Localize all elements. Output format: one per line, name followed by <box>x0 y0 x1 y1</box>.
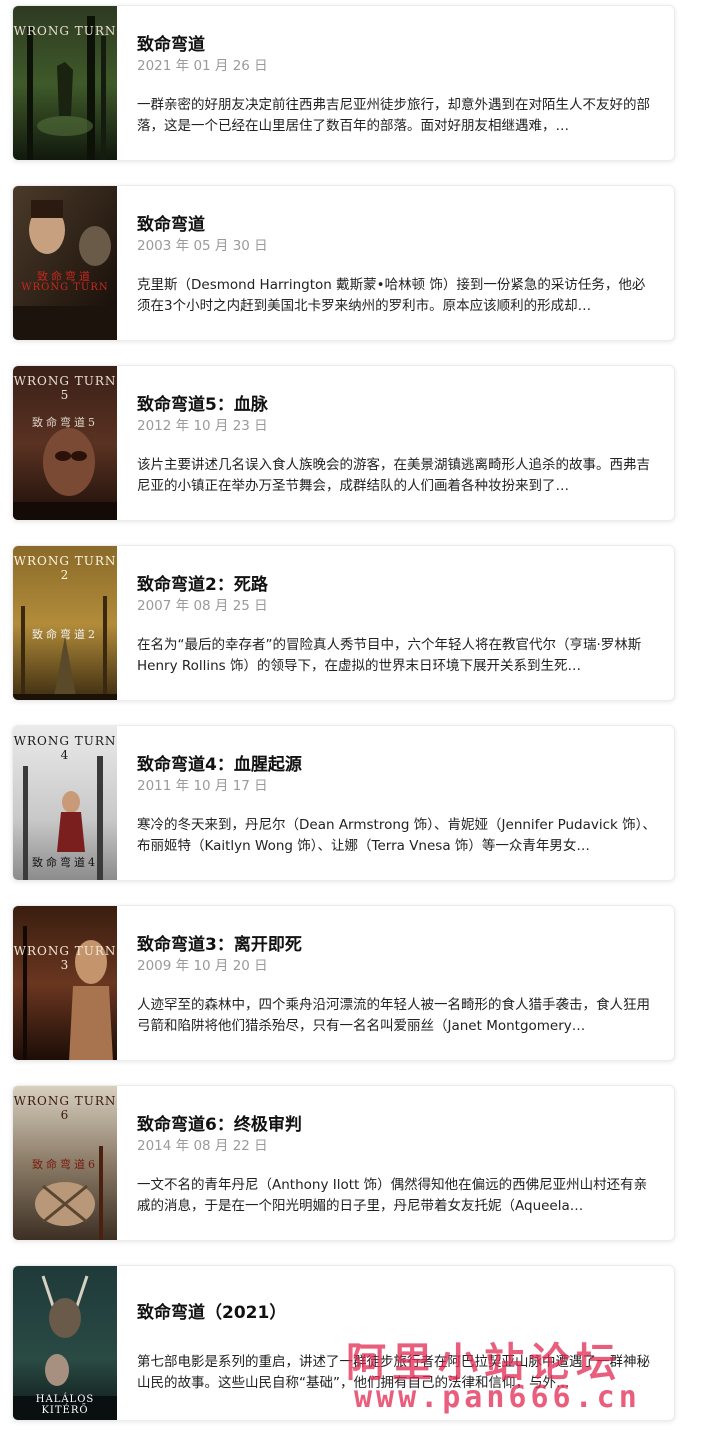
movie-title[interactable]: 致命弯道4：血腥起源 <box>137 754 656 776</box>
movie-poster[interactable]: HALÁLOS KITÉRŐ <box>13 1266 117 1420</box>
movie-card[interactable]: WRONG TURN 3 致命弯道3：离开即死 2009 年 10 月 20 日… <box>12 905 675 1061</box>
movie-description: 一文不名的青年丹尼（Anthony Ilott 饰）偶然得知他在偏远的西佛尼亚州… <box>137 1177 648 1214</box>
poster-cn-title: 致命弯道 <box>37 270 93 283</box>
movie-date: 2007 年 08 月 25 日 <box>137 598 268 614</box>
movie-poster[interactable]: WRONG TURN 3 <box>13 906 117 1060</box>
movie-description: 人迹罕至的森林中，四个乘舟沿河漂流的年轻人被一名畸形的食人猎手袭击，食人狂用弓箭… <box>137 997 650 1034</box>
movie-card[interactable]: WRONG TURN 5 致命弯道5 致命弯道5：血脉 2012 年 10 月 … <box>12 365 675 521</box>
poster-title: WRONG TURN 5 <box>13 374 117 402</box>
poster-title: WRONG TURN <box>13 24 117 38</box>
movie-poster[interactable]: WRONG TURN <box>13 6 117 160</box>
movie-title[interactable]: 致命弯道6：终极审判 <box>137 1114 656 1136</box>
movie-description: 第七部电影是系列的重启，讲述了一群徒步旅行者在阿巴拉契亚山脉中遭遇了一群神秘山民… <box>137 1354 650 1391</box>
movie-card[interactable]: WRONG TURN 6 致命弯道6 致命弯道6：终极审判 2014 年 08 … <box>12 1085 675 1241</box>
movie-date: 2011 年 10 月 17 日 <box>137 778 268 794</box>
movie-info: 致命弯道6：终极审判 2014 年 08 月 22 日 一文不名的青年丹尼（An… <box>117 1086 674 1240</box>
movie-info: 致命弯道 2003 年 05 月 30 日 克里斯（Desmond Harrin… <box>117 186 674 340</box>
movie-description: 该片主要讲述几名误入食人族晚会的游客，在美景湖镇逃离畸形人追杀的故事。西弗吉尼亚… <box>137 457 650 494</box>
movie-list: WRONG TURN 致命弯道 2021 年 01 月 26 日 一群亲密的好朋… <box>12 5 675 1430</box>
poster-cn-title: 致命弯道5 <box>32 416 98 429</box>
movie-info: 致命弯道3：离开即死 2009 年 10 月 20 日 人迹罕至的森林中，四个乘… <box>117 906 674 1060</box>
movie-info: 致命弯道（2021） 第七部电影是系列的重启，讲述了一群徒步旅行者在阿巴拉契亚山… <box>117 1266 674 1420</box>
poster-image <box>13 906 117 1060</box>
movie-title[interactable]: 致命弯道 <box>137 34 656 56</box>
movie-description: 在名为“最后的幸存者”的冒险真人秀节目中，六个年轻人将在教官代尔（亨瑞·罗林斯 … <box>137 637 642 674</box>
movie-title[interactable]: 致命弯道2：死路 <box>137 574 656 596</box>
poster-title: HALÁLOS KITÉRŐ <box>35 1394 95 1416</box>
movie-poster[interactable]: WRONG TURN 6 致命弯道6 <box>13 1086 117 1240</box>
movie-info: 致命弯道4：血腥起源 2011 年 10 月 17 日 寒冷的冬天来到，丹尼尔（… <box>117 726 674 880</box>
movie-card[interactable]: WRONG TURN 4 致命弯道4 致命弯道4：血腥起源 2011 年 10 … <box>12 725 675 881</box>
movie-card[interactable]: WRONG TURN 致命弯道 致命弯道 2003 年 05 月 30 日 克里… <box>12 185 675 341</box>
movie-description: 克里斯（Desmond Harrington 戴斯蒙•哈林顿 饰）接到一份紧急的… <box>137 277 646 314</box>
movie-card[interactable]: WRONG TURN 2 致命弯道2 致命弯道2：死路 2007 年 08 月 … <box>12 545 675 701</box>
poster-title: WRONG TURN 4 <box>13 734 117 762</box>
movie-date: 2003 年 05 月 30 日 <box>137 238 268 254</box>
movie-info: 致命弯道2：死路 2007 年 08 月 25 日 在名为“最后的幸存者”的冒险… <box>117 546 674 700</box>
poster-title: WRONG TURN 3 <box>13 944 117 972</box>
poster-cn-title: 致命弯道2 <box>32 628 98 641</box>
movie-date: 2012 年 10 月 23 日 <box>137 418 268 434</box>
poster-cn-title: 致命弯道6 <box>32 1158 98 1171</box>
poster-image <box>13 186 117 340</box>
movie-date: 2014 年 08 月 22 日 <box>137 1138 268 1154</box>
poster-title: WRONG TURN 2 <box>13 554 117 582</box>
movie-title[interactable]: 致命弯道5：血脉 <box>137 394 656 416</box>
poster-cn-title: 致命弯道4 <box>32 856 98 869</box>
movie-info: 致命弯道 2021 年 01 月 26 日 一群亲密的好朋友决定前往西弗吉尼亚州… <box>117 6 674 160</box>
movie-card[interactable]: HALÁLOS KITÉRŐ 致命弯道（2021） 第七部电影是系列的重启，讲述… <box>12 1265 675 1421</box>
movie-card[interactable]: WRONG TURN 致命弯道 2021 年 01 月 26 日 一群亲密的好朋… <box>12 5 675 161</box>
movie-title[interactable]: 致命弯道 <box>137 214 656 236</box>
movie-description: 一群亲密的好朋友决定前往西弗吉尼亚州徒步旅行，却意外遇到在对陌生人不友好的部落，… <box>137 97 650 134</box>
movie-title[interactable]: 致命弯道（2021） <box>137 1302 656 1324</box>
movie-date: 2021 年 01 月 26 日 <box>137 58 268 74</box>
movie-poster[interactable]: WRONG TURN 致命弯道 <box>13 186 117 340</box>
movie-poster[interactable]: WRONG TURN 2 致命弯道2 <box>13 546 117 700</box>
movie-date: 2009 年 10 月 20 日 <box>137 958 268 974</box>
movie-poster[interactable]: WRONG TURN 4 致命弯道4 <box>13 726 117 880</box>
movie-title[interactable]: 致命弯道3：离开即死 <box>137 934 656 956</box>
poster-title: WRONG TURN 6 <box>13 1094 117 1122</box>
movie-poster[interactable]: WRONG TURN 5 致命弯道5 <box>13 366 117 520</box>
movie-description: 寒冷的冬天来到，丹尼尔（Dean Armstrong 饰）、肯妮娅（Jennif… <box>137 817 656 854</box>
movie-info: 致命弯道5：血脉 2012 年 10 月 23 日 该片主要讲述几名误入食人族晚… <box>117 366 674 520</box>
